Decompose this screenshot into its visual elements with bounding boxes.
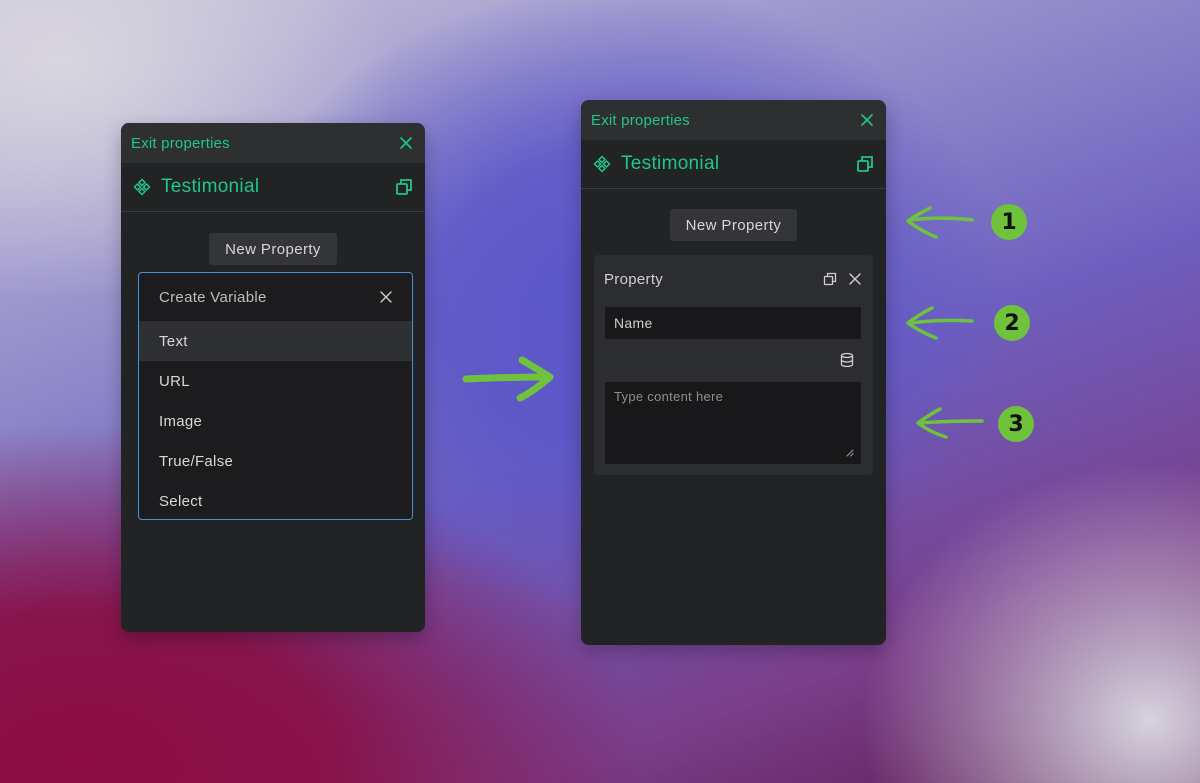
component-icon bbox=[593, 155, 611, 173]
close-icon[interactable] bbox=[380, 291, 392, 303]
database-icon[interactable] bbox=[839, 352, 855, 368]
duplicate-icon[interactable] bbox=[823, 272, 837, 286]
new-property-button[interactable]: New Property bbox=[209, 233, 337, 265]
component-icon bbox=[133, 178, 151, 196]
close-icon[interactable] bbox=[849, 273, 861, 285]
property-title: Property bbox=[604, 270, 664, 288]
exit-properties-link[interactable]: Exit properties bbox=[131, 135, 230, 152]
component-header: Testimonial bbox=[121, 163, 425, 212]
topbar: Exit properties bbox=[581, 100, 886, 140]
arrow-annotation bbox=[916, 407, 984, 439]
component-title: Testimonial bbox=[621, 153, 720, 174]
right-properties-panel: Exit properties Testimonial New Property… bbox=[581, 100, 886, 645]
left-properties-panel: Exit properties Testimonial New Property… bbox=[121, 123, 425, 632]
topbar: Exit properties bbox=[121, 123, 425, 163]
create-variable-dropdown: Create Variable Text URL Image True/Fals… bbox=[138, 272, 413, 520]
annotation-badge-3: 3 bbox=[998, 406, 1034, 442]
property-name-input[interactable]: Name bbox=[605, 307, 861, 339]
resize-grip-icon[interactable] bbox=[844, 447, 854, 457]
dropdown-title: Create Variable bbox=[159, 288, 267, 306]
close-icon[interactable] bbox=[860, 113, 874, 127]
annotation-badge-1: 1 bbox=[991, 204, 1027, 240]
property-content-textarea[interactable]: Type content here bbox=[605, 382, 861, 464]
property-card-header: Property bbox=[594, 255, 873, 303]
content-placeholder: Type content here bbox=[614, 389, 724, 404]
property-card: Property Name Type content here bbox=[594, 255, 873, 475]
new-property-button[interactable]: New Property bbox=[669, 209, 798, 241]
dropdown-item-select[interactable]: Select bbox=[139, 481, 412, 519]
component-title: Testimonial bbox=[161, 176, 260, 197]
duplicate-icon[interactable] bbox=[856, 155, 874, 173]
dropdown-item-image[interactable]: Image bbox=[139, 401, 412, 441]
new-property-row: New Property bbox=[581, 209, 886, 241]
component-header: Testimonial bbox=[581, 140, 886, 189]
dropdown-item-true-false[interactable]: True/False bbox=[139, 441, 412, 481]
transition-arrow bbox=[462, 356, 554, 402]
dropdown-item-url[interactable]: URL bbox=[139, 361, 412, 401]
annotation-badge-2: 2 bbox=[994, 305, 1030, 341]
dropdown-item-text[interactable]: Text bbox=[139, 321, 412, 361]
arrow-annotation bbox=[906, 306, 974, 340]
dropdown-header: Create Variable bbox=[139, 273, 412, 321]
exit-properties-link[interactable]: Exit properties bbox=[591, 112, 690, 129]
close-icon[interactable] bbox=[399, 136, 413, 150]
duplicate-icon[interactable] bbox=[395, 178, 413, 196]
arrow-annotation bbox=[906, 206, 974, 239]
new-property-row: New Property bbox=[121, 233, 425, 265]
